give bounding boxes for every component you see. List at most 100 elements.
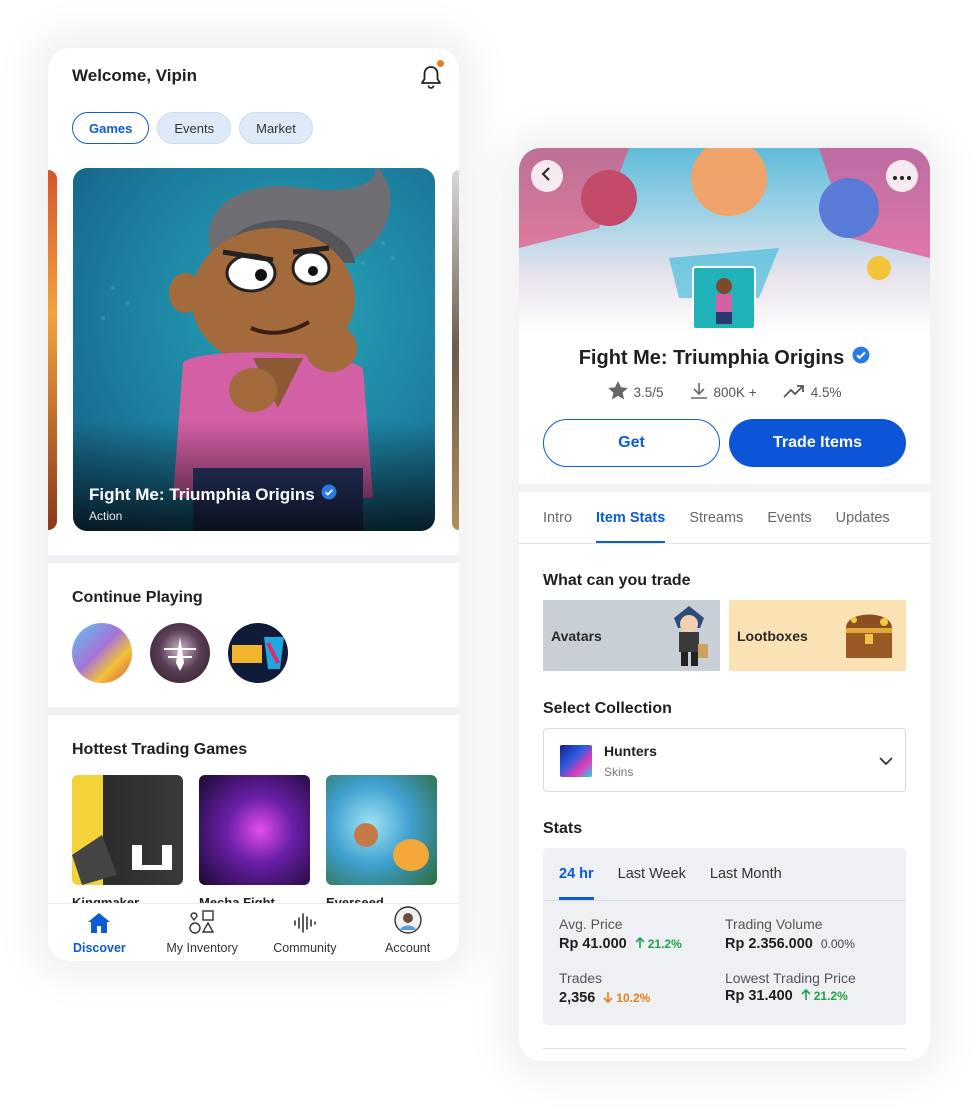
- more-options-button[interactable]: [886, 160, 918, 192]
- stats-panel: 24 hr Last Week Last Month Avg. Price Rp…: [543, 848, 906, 1025]
- tab-label: Community: [273, 941, 337, 955]
- tab-discover[interactable]: Discover: [48, 904, 151, 961]
- collection-name: Hunters: [604, 743, 657, 759]
- hottest-trading-title: Hottest Trading Games: [72, 741, 248, 758]
- tab-streams[interactable]: Streams: [689, 492, 743, 544]
- trading-game-image: [72, 775, 183, 885]
- tab-label: Discover: [72, 941, 126, 955]
- star-icon: [607, 381, 628, 403]
- downloads-value: 800K +: [713, 384, 757, 400]
- stat-change: 10.2%: [603, 991, 650, 1006]
- stats-tabs-divider: [543, 900, 906, 901]
- trade-category-label: Lootboxes: [737, 627, 808, 644]
- stat-value-row: Rp 2.356.000 0.00%: [725, 936, 855, 952]
- arrow-up-icon: [635, 936, 645, 952]
- game-title: Fight Me: Triumphia Origins: [578, 346, 845, 369]
- tab-intro[interactable]: Intro: [543, 492, 572, 544]
- rating-item: 3.5/5: [607, 381, 664, 403]
- trade-category-avatars[interactable]: Avatars: [543, 600, 720, 671]
- game-icon: [692, 266, 756, 330]
- stat-label: Avg. Price: [559, 916, 623, 932]
- stat-value-row: Rp 41.000 21.2%: [559, 936, 682, 952]
- trading-game-image: [199, 775, 310, 885]
- stat-change-value: 10.2%: [616, 991, 651, 1005]
- trend-value: 4.5%: [810, 384, 842, 400]
- stats-tab-last-week[interactable]: Last Week: [618, 848, 686, 900]
- continue-game-avatar[interactable]: [72, 623, 132, 683]
- treasure-chest-icon: [840, 606, 898, 669]
- shapes-icon: [189, 910, 215, 937]
- stats-tab-last-month[interactable]: Last Month: [710, 848, 782, 900]
- chip-market[interactable]: Market: [239, 112, 313, 144]
- tab-item-stats[interactable]: Item Stats: [596, 492, 666, 544]
- trade-section-title: What can you trade: [543, 572, 691, 589]
- bottom-tab-bar: Discover My Inventory Community Account: [48, 903, 459, 961]
- tab-events[interactable]: Events: [767, 492, 811, 544]
- stat-avg-price: Avg. Price Rp 41.000 21.2%: [559, 916, 682, 952]
- bottom-divider: [543, 1048, 906, 1049]
- download-icon: [690, 382, 708, 403]
- featured-game-title: Fight Me: Triumphia Origins: [89, 484, 315, 504]
- featured-game-card[interactable]: Fight Me: Triumphia Origins Action: [73, 168, 435, 531]
- tab-account[interactable]: Account: [356, 904, 459, 961]
- section-divider: [519, 484, 930, 492]
- hottest-trading-list: Kingmaker Mecha Fight Everseed: [72, 775, 437, 910]
- game-title-row: Fight Me: Triumphia Origins: [519, 346, 930, 370]
- welcome-title: Welcome, Vipin: [72, 66, 198, 85]
- tab-my-inventory[interactable]: My Inventory: [151, 904, 254, 961]
- chevron-left-icon: [541, 166, 553, 186]
- stats-tab-24hr[interactable]: 24 hr: [559, 848, 594, 900]
- continue-game-avatar[interactable]: [150, 623, 210, 683]
- tab-label: My Inventory: [166, 941, 238, 955]
- continue-game-avatar[interactable]: [228, 623, 288, 683]
- notification-bell-icon[interactable]: [420, 60, 444, 90]
- avatar-character-icon: [664, 604, 714, 671]
- account-avatar-icon: [393, 906, 422, 937]
- stat-change-value: 21.2%: [813, 989, 848, 1003]
- notification-dot: [437, 60, 444, 67]
- collection-select[interactable]: Hunters Skins: [543, 728, 906, 792]
- stat-value-row: 2,356 10.2%: [559, 990, 650, 1006]
- featured-title-row: Fight Me: Triumphia Origins: [89, 484, 337, 505]
- stat-change-value: 0.00%: [820, 937, 855, 951]
- game-banner: [519, 148, 930, 334]
- trading-game-card[interactable]: Everseed: [326, 775, 437, 910]
- stat-trades: Trades 2,356 10.2%: [559, 970, 650, 1006]
- stat-value: Rp 31.400: [725, 988, 793, 1004]
- tab-updates[interactable]: Updates: [836, 492, 890, 544]
- continue-playing-section: Continue Playing: [48, 563, 459, 707]
- trade-items-button[interactable]: Trade Items: [729, 419, 906, 467]
- carousel-prev-card[interactable]: [48, 170, 57, 530]
- trading-game-card[interactable]: Kingmaker: [72, 775, 183, 910]
- trade-category-lootboxes[interactable]: Lootboxes: [729, 600, 906, 671]
- verified-icon: [852, 346, 870, 370]
- chip-events[interactable]: Events: [157, 112, 232, 144]
- chip-games[interactable]: Games: [72, 112, 150, 144]
- game-detail-screen: Fight Me: Triumphia Origins 3.5/5 800K +…: [519, 148, 930, 1061]
- chevron-down-icon: [879, 753, 893, 771]
- arrow-up-icon: [801, 988, 811, 1004]
- rating-value: 3.5/5: [633, 384, 664, 400]
- stat-trading-volume: Trading Volume Rp 2.356.000 0.00%: [725, 916, 855, 952]
- arrow-down-icon: [603, 991, 613, 1006]
- stat-change: 21.2%: [635, 936, 682, 952]
- get-button[interactable]: Get: [543, 419, 720, 467]
- back-button[interactable]: [531, 160, 563, 192]
- continue-playing-title: Continue Playing: [72, 589, 203, 606]
- trading-game-card[interactable]: Mecha Fight: [199, 775, 310, 910]
- tab-community[interactable]: Community: [254, 904, 357, 961]
- trend-item: 4.5%: [783, 381, 842, 403]
- collection-thumbnail: [560, 745, 592, 777]
- tab-label: Account: [385, 941, 431, 955]
- tabs-underline: [519, 543, 930, 544]
- collection-type: Skins: [604, 765, 634, 779]
- category-chips: Games Events Market: [72, 112, 313, 144]
- soundwave-icon: [293, 912, 317, 937]
- verified-icon: [321, 484, 337, 505]
- stat-label: Trades: [559, 970, 603, 986]
- trade-category-label: Avatars: [551, 627, 602, 644]
- continue-playing-list: [72, 623, 288, 683]
- game-detail-tabs: Intro Item Stats Streams Events Updates: [543, 492, 930, 544]
- carousel-next-card[interactable]: [452, 170, 459, 530]
- more-dots-icon: [893, 167, 911, 185]
